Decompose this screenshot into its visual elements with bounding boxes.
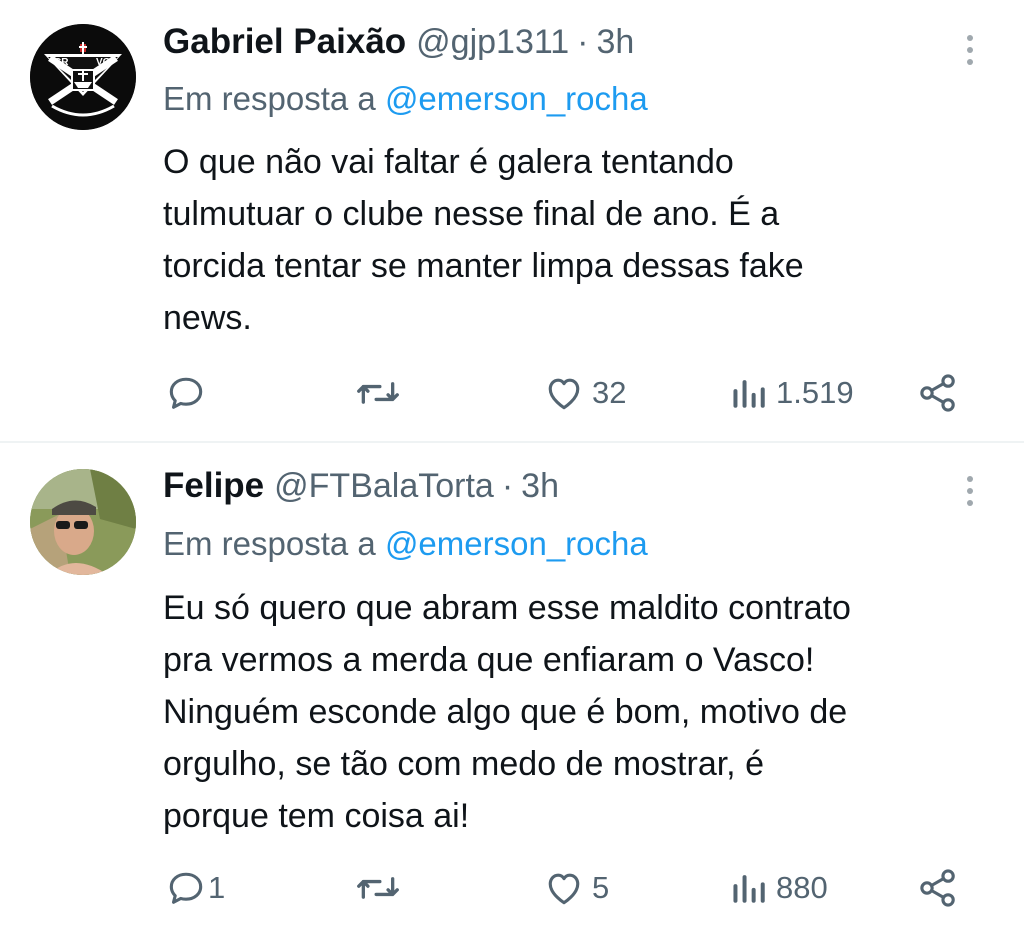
avatar-text-vg: VG bbox=[96, 57, 111, 68]
views-button[interactable]: 880 bbox=[730, 863, 828, 913]
avatar[interactable] bbox=[30, 469, 136, 575]
heart-icon bbox=[548, 378, 580, 410]
vasco-crest-icon bbox=[30, 24, 136, 130]
reply-prefix: Em resposta a bbox=[163, 80, 376, 117]
tweet-header: Gabriel Paixão @gjp1311 · 3h bbox=[163, 22, 634, 62]
share-icon bbox=[920, 374, 955, 412]
avatar[interactable]: CR VG bbox=[30, 24, 136, 130]
avatar-text-cr: CR bbox=[54, 57, 69, 68]
reply-icon bbox=[169, 377, 203, 409]
reply-button[interactable]: 1 bbox=[164, 863, 225, 913]
tweet-text-line: news. bbox=[163, 299, 252, 337]
user-handle[interactable]: @FTBalaTorta bbox=[274, 467, 494, 506]
retweet-icon bbox=[357, 877, 399, 899]
retweet-button[interactable] bbox=[354, 863, 402, 913]
replying-to: Em resposta a @emerson_rocha bbox=[163, 525, 648, 563]
action-bar: 1 5 880 bbox=[0, 863, 1024, 913]
more-icon[interactable] bbox=[958, 471, 982, 511]
separator-dot: · bbox=[501, 467, 514, 505]
retweet-button[interactable] bbox=[354, 368, 402, 418]
tweet-text-line: torcida tentar se manter limpa dessas fa… bbox=[163, 247, 804, 285]
tweet[interactable]: CR VG Gabriel Paixão @gjp1311 · 3h Em re… bbox=[0, 0, 1024, 442]
like-button[interactable]: 32 bbox=[542, 368, 626, 418]
reply-button[interactable] bbox=[164, 368, 214, 418]
views-icon bbox=[733, 380, 765, 408]
views-icon bbox=[733, 875, 765, 903]
like-button[interactable]: 5 bbox=[542, 863, 609, 913]
display-name[interactable]: Felipe bbox=[163, 466, 264, 506]
reply-mention-link[interactable]: @emerson_rocha bbox=[385, 525, 648, 562]
views-button[interactable]: 1.519 bbox=[730, 368, 854, 418]
tweet-text-line: pra vermos a merda que enfiaram o Vasco! bbox=[163, 641, 815, 679]
heart-icon bbox=[548, 873, 580, 905]
reply-icon bbox=[169, 872, 203, 904]
like-count: 5 bbox=[592, 870, 610, 905]
tweet-header: Felipe @FTBalaTorta · 3h bbox=[163, 466, 559, 506]
action-bar: 32 1.519 bbox=[0, 368, 1024, 418]
reply-count: 1 bbox=[208, 870, 226, 905]
like-count: 32 bbox=[592, 375, 627, 410]
tweet-text: O que não vai faltar é galera tentando t… bbox=[163, 136, 993, 344]
tweet-text-line: Ninguém esconde algo que é bom, motivo d… bbox=[163, 693, 848, 731]
share-button[interactable] bbox=[916, 863, 960, 913]
timestamp[interactable]: 3h bbox=[597, 23, 635, 62]
tweet-text-line: orgulho, se tão com medo de mostrar, é bbox=[163, 745, 764, 783]
view-count: 1.519 bbox=[776, 375, 854, 410]
reply-prefix: Em resposta a bbox=[163, 525, 376, 562]
tweet-text: Eu só quero que abram esse maldito contr… bbox=[163, 582, 993, 842]
share-button[interactable] bbox=[916, 368, 960, 418]
more-icon[interactable] bbox=[958, 30, 982, 70]
display-name[interactable]: Gabriel Paixão bbox=[163, 22, 406, 62]
view-count: 880 bbox=[776, 870, 828, 905]
share-icon bbox=[920, 869, 955, 907]
replying-to: Em resposta a @emerson_rocha bbox=[163, 80, 648, 118]
user-handle[interactable]: @gjp1311 bbox=[416, 23, 569, 62]
separator-dot: · bbox=[577, 23, 589, 61]
user-photo-icon bbox=[30, 469, 136, 575]
timestamp[interactable]: 3h bbox=[521, 467, 559, 506]
tweet-text-line: Eu só quero que abram esse maldito contr… bbox=[163, 589, 851, 627]
tweet-text-line: porque tem coisa ai! bbox=[163, 797, 470, 835]
tweet-text-line: tulmutuar o clube nesse final de ano. É … bbox=[163, 195, 780, 233]
tweet-text-line: O que não vai faltar é galera tentando bbox=[163, 143, 734, 181]
reply-mention-link[interactable]: @emerson_rocha bbox=[385, 80, 648, 117]
retweet-icon bbox=[357, 382, 399, 404]
tweet[interactable]: Felipe @FTBalaTorta · 3h Em resposta a @… bbox=[0, 443, 1024, 939]
